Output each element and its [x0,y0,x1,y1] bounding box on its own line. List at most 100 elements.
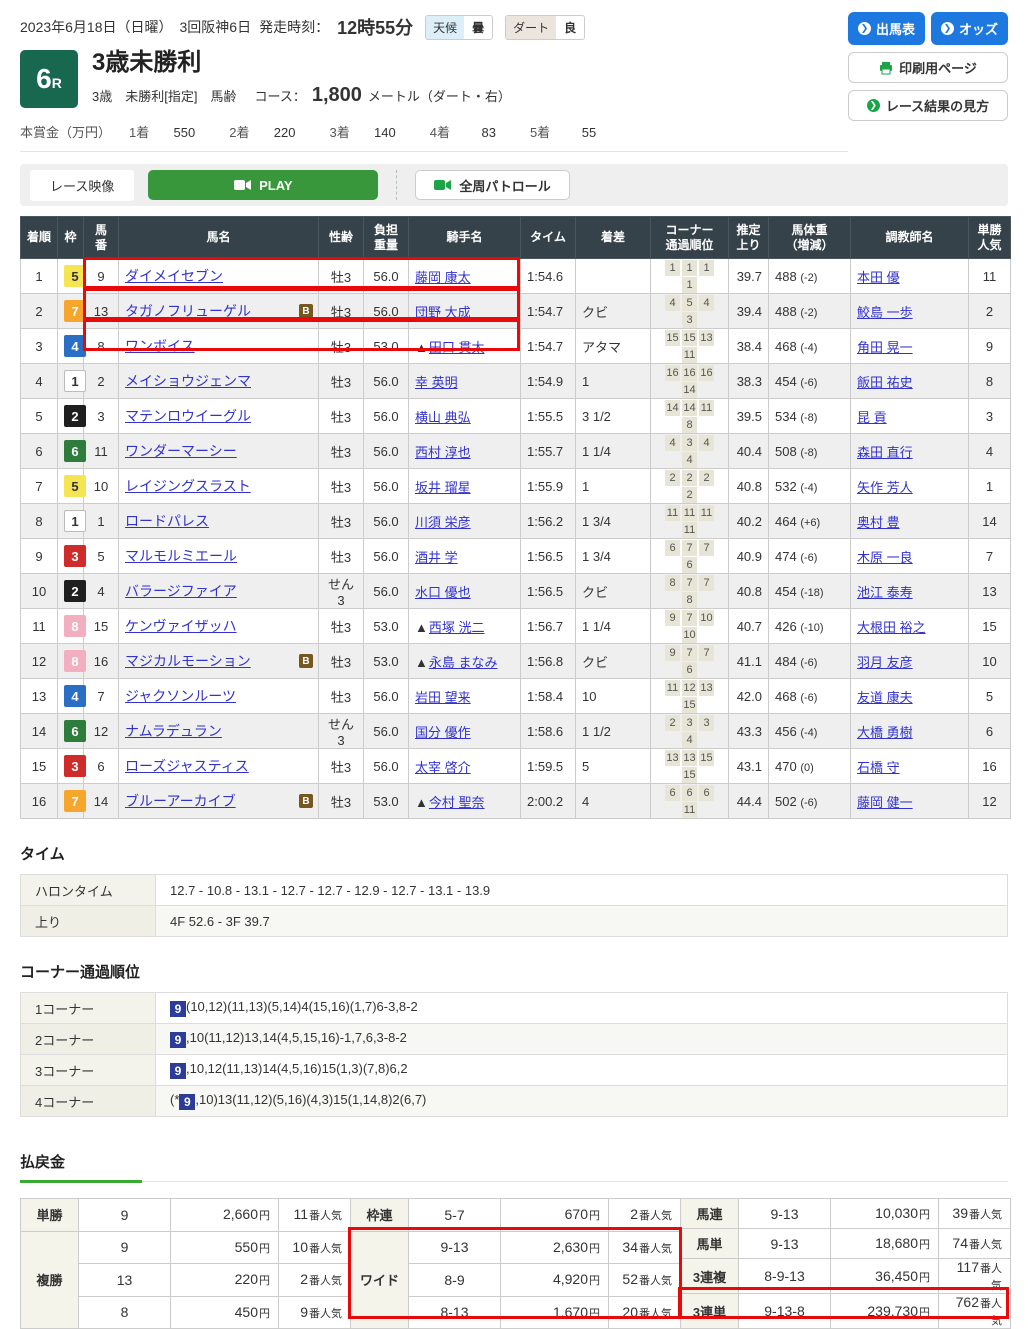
horse-name-link[interactable]: メイショウジェンマ [125,373,251,389]
corner-position-value: 2 [682,487,697,503]
jockey-link[interactable]: 酒井 学 [415,550,458,565]
jockey-link[interactable]: 田口 貫太 [429,340,485,355]
jockey-link[interactable]: 岩田 望来 [415,690,471,705]
trainer-link[interactable]: 本田 優 [857,270,900,285]
trainer-link[interactable]: 角田 晃一 [857,340,913,355]
jockey-link[interactable]: 幸 英明 [415,375,458,390]
body-weight: 468 [775,339,800,354]
horse-name-link[interactable]: ロードパレス [125,513,209,529]
finish-position: 9 [21,539,58,574]
corner-position-value: 11 [682,505,697,521]
last-3f-time: 42.0 [729,679,769,714]
bet-type-label: 馬連 [681,1199,739,1229]
corner-positions: 6776 [651,539,729,574]
leading-horse-number: 9 [170,1001,186,1017]
body-weight: 532 [775,479,800,494]
finish-position: 3 [21,329,58,364]
body-weight-cell: 426 (-10) [769,609,851,644]
body-weight-cell: 470 (0) [769,749,851,784]
horse-name-link[interactable]: マジカルモーション [125,653,251,669]
last-3f-time: 39.4 [729,294,769,329]
win-popularity: 7 [969,539,1011,574]
payout-table: 枠連5-7670円2番人気ワイド9-132,630円34番人気8-94,920円… [350,1198,681,1329]
result-guide-button[interactable]: ❯ レース結果の見方 [848,90,1008,121]
sex-age: 牡3 [319,259,364,294]
jockey-link[interactable]: 水口 優也 [415,585,471,600]
jockey-link[interactable]: 藤岡 康太 [415,270,471,285]
print-page-button[interactable]: 印刷用ページ [848,52,1008,83]
body-weight-cell: 468 (-6) [769,679,851,714]
trainer-link[interactable]: 池江 泰寿 [857,585,913,600]
corner-section: コーナー通過順位 1コーナー9(10,12)(11,13)(5,14)4(15,… [20,961,1008,1117]
payout-combination: 8-9-13 [739,1259,831,1294]
trainer-link[interactable]: 森田 直行 [857,445,913,460]
jockey-cell: 川須 栄彦 [409,504,521,539]
course-distance: 1,800 [312,84,362,107]
horse-name-link[interactable]: ブルーアーカイブ [125,793,236,809]
jockey-link[interactable]: 川須 栄彦 [415,515,471,530]
horse-name-link[interactable]: ジャクソンルーツ [125,688,236,704]
time-row-value: 4F 52.6 - 3F 39.7 [156,906,1008,937]
jockey-link[interactable]: 坂井 瑠星 [415,480,471,495]
corner-position-value: 11 [665,680,680,696]
horse-name-link[interactable]: ワンダーマーシー [125,443,237,459]
prize-item: 3着140 [329,122,429,141]
jockey-link[interactable]: 国分 優作 [415,725,471,740]
finish-position: 16 [21,784,58,819]
results-column-header: 馬体重（増減） [769,217,851,259]
shutsuba-button[interactable]: ❯ 出馬表 [848,12,925,45]
popularity-suffix: 番人気 [639,1308,672,1320]
bet-type-label: 複勝 [21,1231,79,1329]
trainer-link[interactable]: 羽月 友彦 [857,655,913,670]
jockey-link[interactable]: 永島 まなみ [429,655,498,670]
finish-position: 10 [21,574,58,609]
payout-row: 3連単9-13-8239,730円762番人気 [681,1294,1011,1329]
trainer-link[interactable]: 藤岡 健一 [857,795,913,810]
corner-position-value: 4 [699,435,714,451]
table-row: 6611ワンダーマーシー牡356.0西村 淳也1:55.71 1/4434440… [21,434,1011,469]
trainer-link[interactable]: 木原 一良 [857,550,913,565]
trainer-link[interactable]: 矢作 芳人 [857,480,913,495]
horse-name-link[interactable]: マテンロウイーグル [125,408,251,424]
horse-name-link[interactable]: レイジングスラスト [125,478,251,494]
play-button[interactable]: PLAY [148,170,378,200]
trainer-link[interactable]: 奥村 豊 [857,515,900,530]
payout-table: 馬連9-1310,030円39番人気馬単9-1318,680円74番人気3連複8… [680,1198,1011,1329]
trainer-link[interactable]: 友道 康夫 [857,690,913,705]
horse-name-link[interactable]: バラージファイア [125,583,237,599]
last-3f-time: 40.8 [729,469,769,504]
horse-name-link[interactable]: ダイメイセブン [125,268,223,284]
horse-name-link[interactable]: ケンヴァイザッハ [125,618,237,634]
payout-row: 馬連9-1310,030円39番人気 [681,1199,1011,1229]
jockey-link[interactable]: 西塚 洸二 [429,620,485,635]
horse-name-link[interactable]: マルモルミエール [125,548,237,564]
trainer-link[interactable]: 大根田 裕之 [857,620,926,635]
body-weight-diff: (-8) [800,447,817,459]
odds-button[interactable]: ❯ オッズ [931,12,1008,45]
corner-position-value: 6 [682,557,697,573]
trainer-link[interactable]: 昆 貢 [857,410,887,425]
horse-name-link[interactable]: タガノフリューゲル [125,303,251,319]
jockey-link[interactable]: 横山 典弘 [415,410,471,425]
payout-row: 馬単9-1318,680円74番人気 [681,1229,1011,1259]
margin: クビ [576,574,651,609]
results-column-header: 着順 [21,217,58,259]
horse-name-link[interactable]: ワンボイス [125,338,195,354]
corner-position-value: 15 [682,767,697,783]
jockey-link[interactable]: 西村 淳也 [415,445,471,460]
carried-weight: 53.0 [364,644,409,679]
jockey-link[interactable]: 太宰 啓介 [415,760,471,775]
patrol-video-button[interactable]: 全周パトロール [415,170,569,200]
horse-name-link[interactable]: ローズジャスティス [125,758,249,774]
horse-name-link[interactable]: ナムラデュラン [125,723,222,739]
waku-cell: 7 [58,294,84,329]
trainer-link[interactable]: 大橋 勇樹 [857,725,913,740]
last-3f-time: 43.1 [729,749,769,784]
jockey-link[interactable]: 団野 大成 [415,305,471,320]
jockey-link[interactable]: 今村 聖奈 [429,795,485,810]
waku-badge: 7 [64,300,86,322]
trainer-link[interactable]: 石橋 守 [857,760,900,775]
trainer-link[interactable]: 飯田 祐史 [857,375,913,390]
carried-weight: 56.0 [364,539,409,574]
trainer-link[interactable]: 鮫島 一歩 [857,305,913,320]
